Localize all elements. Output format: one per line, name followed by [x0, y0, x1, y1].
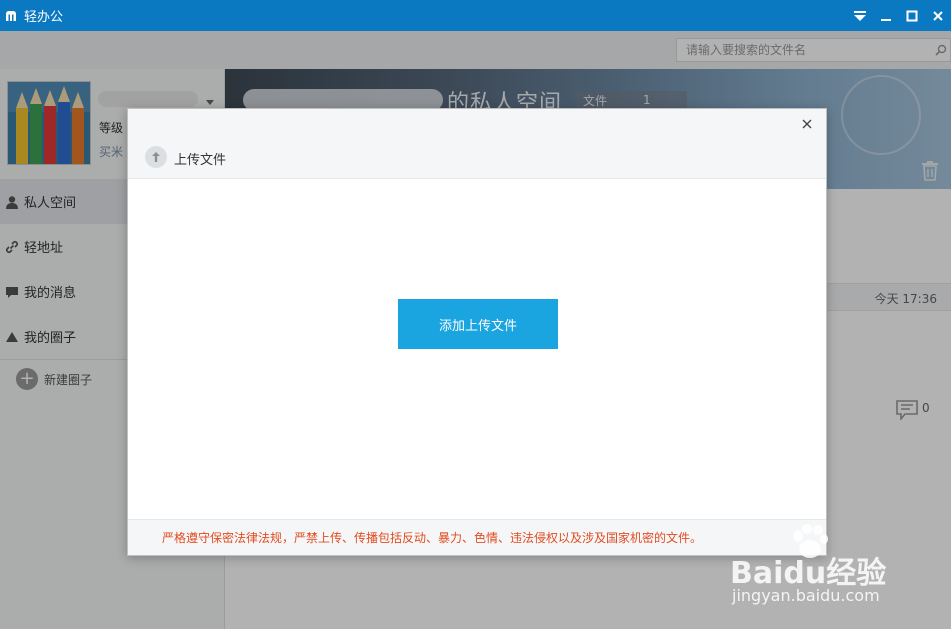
minimize-icon[interactable] [873, 0, 899, 31]
dialog-title: 上传文件 [174, 153, 227, 168]
app-logo-icon [4, 9, 18, 23]
watermark-url: jingyan.baidu.com [732, 586, 880, 605]
maximize-icon[interactable] [899, 0, 925, 31]
dialog-footer: 严格遵守保密法律法规，严禁上传、传播包括反动、暴力、色情、违法侵权以及涉及国家机… [128, 519, 826, 555]
watermark: Baidu经验 jingyan.baidu.com [730, 520, 940, 610]
dialog-header: 上传文件 [128, 109, 826, 179]
title-bar: 轻办公 [0, 0, 951, 31]
legal-warning-text: 严格遵守保密法律法规，严禁上传、传播包括反动、暴力、色情、违法侵权以及涉及国家机… [162, 531, 703, 545]
close-icon[interactable] [798, 115, 816, 133]
upload-dialog: 上传文件 添加上传文件 严格遵守保密法律法规，严禁上传、传播包括反动、暴力、色情… [127, 108, 827, 556]
close-window-icon[interactable] [925, 0, 951, 31]
upload-arrow-icon [145, 146, 167, 168]
add-upload-file-button[interactable]: 添加上传文件 [398, 299, 558, 349]
window-controls [847, 0, 951, 31]
dropdown-menu-icon[interactable] [847, 0, 873, 31]
app-title: 轻办公 [24, 10, 64, 25]
